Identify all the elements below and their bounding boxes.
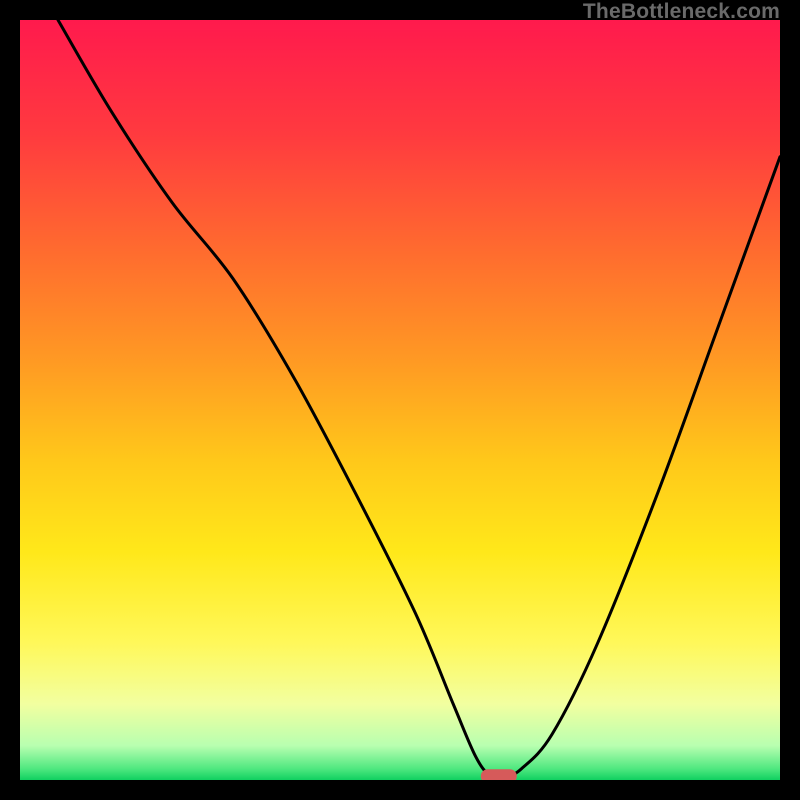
plot-area [20, 20, 780, 780]
chart-svg [20, 20, 780, 780]
chart-frame: TheBottleneck.com [0, 0, 800, 800]
gradient-background [20, 20, 780, 780]
optimal-marker [481, 769, 517, 780]
